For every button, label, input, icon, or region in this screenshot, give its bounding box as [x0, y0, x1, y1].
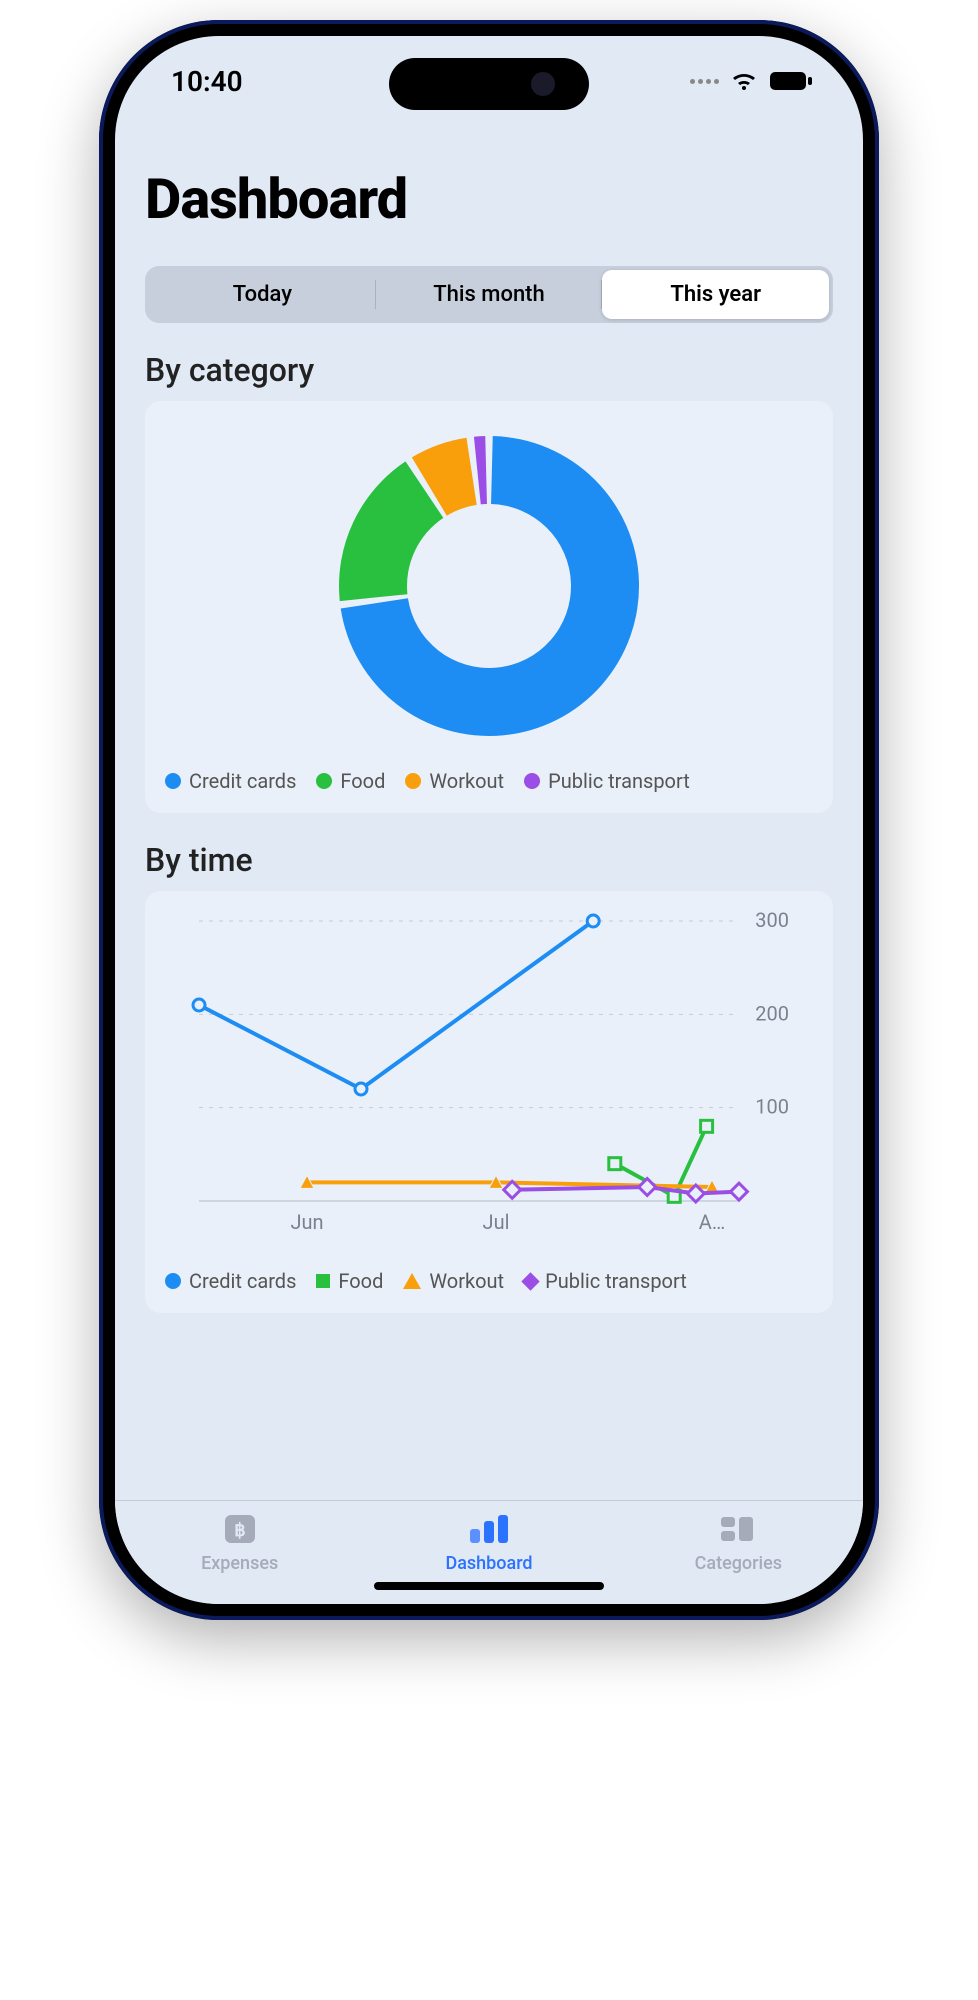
legend-item[interactable]: Credit cards	[165, 1269, 296, 1293]
tab-expenses[interactable]: ฿ Expenses	[115, 1511, 364, 1574]
legend-swatch	[405, 773, 421, 789]
legend-item[interactable]: Public transport	[524, 769, 690, 793]
legend-swatch	[316, 773, 332, 789]
category-card: Credit cards Food Workout Public transport	[145, 401, 833, 813]
segment-year[interactable]: This year	[602, 270, 829, 319]
y-tick-label: 100	[755, 1095, 789, 1119]
content: Dashboard Today This month This year By …	[115, 126, 863, 1500]
tab-label: Expenses	[201, 1553, 278, 1574]
legend-item[interactable]: Food	[316, 769, 385, 793]
dashboard-icon	[466, 1511, 512, 1547]
legend-swatch	[524, 773, 540, 789]
data-point[interactable]	[609, 1158, 621, 1170]
x-tick-label: Jun	[290, 1210, 323, 1234]
data-point[interactable]	[193, 999, 205, 1011]
status-time: 10:40	[171, 65, 243, 98]
phone-screen: 10:40 Dashboard Today This month This ye…	[115, 36, 863, 1604]
legend-item[interactable]: Food	[316, 1269, 383, 1293]
home-indicator[interactable]	[374, 1582, 604, 1590]
cellular-icon	[690, 79, 719, 84]
tab-categories[interactable]: Categories	[614, 1511, 863, 1574]
tab-dashboard[interactable]: Dashboard	[364, 1511, 613, 1574]
tab-label: Dashboard	[445, 1553, 532, 1574]
wifi-icon	[729, 70, 759, 92]
donut-slice[interactable]	[474, 436, 487, 504]
x-tick-label: Jul	[483, 1210, 510, 1234]
phone-frame: 10:40 Dashboard Today This month This ye…	[99, 20, 879, 1620]
page-title: Dashboard	[145, 166, 833, 232]
data-point[interactable]	[587, 915, 599, 927]
data-point[interactable]	[731, 1183, 748, 1200]
line-legend: Credit cards Food Workout Public transport	[165, 1269, 813, 1293]
section-title-time: By time	[145, 841, 833, 879]
dynamic-island	[389, 58, 589, 110]
data-point[interactable]	[639, 1179, 656, 1196]
legend-item[interactable]: Credit cards	[165, 769, 296, 793]
legend-item[interactable]: Workout	[403, 1269, 504, 1293]
time-card: 100 200 300 Jun Jul A… Credit cards Food Workou…	[145, 891, 833, 1313]
line-chart: 100 200 300 Jun Jul A…	[165, 911, 813, 1251]
line-series[interactable]	[199, 921, 593, 1089]
time-range-segmented: Today This month This year	[145, 266, 833, 323]
donut-legend: Credit cards Food Workout Public transport	[165, 769, 813, 793]
donut-chart	[165, 421, 813, 751]
legend-swatch	[165, 773, 181, 789]
y-tick-label: 200	[755, 1001, 789, 1025]
tab-label: Categories	[695, 1553, 782, 1574]
status-indicators	[690, 70, 813, 92]
y-tick-label: 300	[755, 911, 789, 932]
section-title-category: By category	[145, 351, 833, 389]
categories-icon	[717, 1511, 759, 1547]
data-point[interactable]	[355, 1083, 367, 1095]
data-point[interactable]	[701, 1120, 713, 1132]
legend-item[interactable]: Workout	[405, 769, 504, 793]
battery-icon	[769, 70, 813, 92]
expenses-icon: ฿	[221, 1511, 259, 1547]
segment-today[interactable]: Today	[149, 270, 376, 319]
svg-text:฿: ฿	[234, 1520, 245, 1541]
legend-item[interactable]: Public transport	[524, 1269, 687, 1293]
x-tick-label: A…	[699, 1210, 725, 1234]
segment-month[interactable]: This month	[376, 270, 603, 319]
